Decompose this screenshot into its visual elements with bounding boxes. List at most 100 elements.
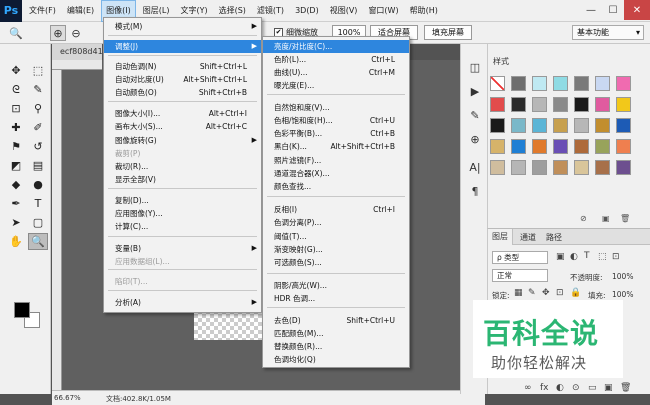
style-swatch[interactable] bbox=[574, 139, 589, 154]
paragraph-panel-icon[interactable]: ¶ bbox=[466, 182, 484, 200]
style-swatch[interactable] bbox=[490, 97, 505, 112]
maximize-button[interactable]: ☐ bbox=[602, 0, 624, 20]
document-tab[interactable]: ecf808d419 bbox=[52, 44, 108, 60]
style-swatch[interactable] bbox=[490, 139, 505, 154]
style-swatch[interactable] bbox=[595, 76, 610, 91]
foreground-color-swatch[interactable] bbox=[14, 302, 30, 318]
opacity-value[interactable]: 100% bbox=[612, 272, 633, 281]
zoom-tool-icon[interactable]: 🔍 bbox=[28, 233, 48, 250]
tab-layers[interactable]: 图层 bbox=[488, 229, 513, 245]
image_menu-item[interactable]: 显示全部(V) bbox=[104, 173, 261, 186]
gradient-tool-icon[interactable]: ▤ bbox=[28, 157, 48, 174]
style-swatch[interactable] bbox=[574, 76, 589, 91]
adjust_menu-item[interactable]: 颜色查找... bbox=[263, 180, 409, 193]
fill-value[interactable]: 100% bbox=[612, 290, 633, 299]
style-swatch[interactable] bbox=[616, 160, 631, 175]
style-swatch[interactable] bbox=[574, 160, 589, 175]
brush-panel-icon[interactable]: ✎ bbox=[466, 106, 484, 124]
style-swatch[interactable] bbox=[490, 118, 505, 133]
zoom-out-icon[interactable]: ⊖ bbox=[68, 25, 84, 41]
tab-paths[interactable]: 路径 bbox=[546, 232, 562, 243]
image_menu-item[interactable]: 变量(B) ▶ bbox=[104, 242, 261, 255]
crop-tool-icon[interactable]: ⊡ bbox=[6, 100, 26, 117]
style-swatch[interactable] bbox=[553, 139, 568, 154]
path-select-tool-icon[interactable]: ➤ bbox=[6, 214, 26, 231]
style-swatch[interactable] bbox=[574, 97, 589, 112]
zoom-in-icon[interactable]: ⊕ bbox=[50, 25, 66, 41]
zoom-preset-icon[interactable]: 🔍 bbox=[8, 25, 24, 41]
adjust_menu-item[interactable]: 反相(I) Ctrl+I bbox=[263, 203, 409, 216]
actions-panel-icon[interactable]: ▶ bbox=[466, 82, 484, 100]
style-swatch[interactable] bbox=[553, 97, 568, 112]
eyedropper-tool-icon[interactable]: ⚲ bbox=[28, 100, 48, 117]
stamp-tool-icon[interactable]: ⚑ bbox=[6, 138, 26, 155]
menu-window[interactable]: 窗口(W) bbox=[364, 0, 402, 22]
adjust_menu-item[interactable]: 通道混合器(X)... bbox=[263, 167, 409, 180]
adjust_menu-item[interactable]: 亮度/对比度(C)... bbox=[263, 40, 409, 53]
adjust_menu-item[interactable]: 色相/饱和度(H)... Ctrl+U bbox=[263, 114, 409, 127]
lock-position-icon[interactable]: ✥ bbox=[542, 288, 550, 298]
style-swatch[interactable] bbox=[616, 139, 631, 154]
style-swatch[interactable] bbox=[595, 118, 610, 133]
workspace-select[interactable]: 基本功能 ▾ bbox=[572, 25, 644, 40]
style-swatch[interactable] bbox=[511, 160, 526, 175]
tab-channels[interactable]: 通道 bbox=[520, 232, 536, 243]
link-icon[interactable]: ∞ bbox=[524, 383, 532, 393]
image_menu-item[interactable]: 模式(M) ▶ bbox=[104, 20, 261, 33]
quick-select-tool-icon[interactable]: ✎ bbox=[28, 81, 48, 98]
image_menu-item[interactable]: 复制(D)... bbox=[104, 194, 261, 207]
lock-transparent-icon[interactable]: ▦ bbox=[514, 288, 523, 298]
zoom-level[interactable]: 66.67% bbox=[54, 394, 81, 402]
style-swatch[interactable] bbox=[490, 160, 505, 175]
lasso-tool-icon[interactable]: ᘓ bbox=[6, 81, 26, 98]
shape-filter-icon[interactable]: ⬚ bbox=[598, 252, 607, 262]
style-swatch[interactable] bbox=[490, 76, 505, 91]
menu-file[interactable]: 文件(F) bbox=[25, 0, 60, 22]
layer-filter-select[interactable]: ρ 类型 bbox=[492, 251, 548, 264]
hand-tool-icon[interactable]: ✋ bbox=[6, 233, 26, 250]
adjust_menu-item[interactable]: HDR 色调... bbox=[263, 292, 409, 305]
image_menu-item[interactable]: 裁切(R)... bbox=[104, 160, 261, 173]
style-swatch[interactable] bbox=[616, 97, 631, 112]
style-swatch[interactable] bbox=[511, 118, 526, 133]
style-swatch[interactable] bbox=[532, 139, 547, 154]
adjustment-filter-icon[interactable]: ◐ bbox=[570, 252, 578, 262]
style-swatch[interactable] bbox=[511, 97, 526, 112]
style-swatch[interactable] bbox=[616, 118, 631, 133]
image_menu-item[interactable]: 画布大小(S)... Alt+Ctrl+C bbox=[104, 120, 261, 133]
character-panel-icon[interactable]: A| bbox=[466, 158, 484, 176]
marquee-tool-icon[interactable]: ⬚ bbox=[28, 62, 48, 79]
move-tool-icon[interactable]: ✥ bbox=[6, 62, 26, 79]
style-swatch[interactable] bbox=[532, 97, 547, 112]
type-filter-icon[interactable]: T bbox=[584, 251, 590, 261]
clear-style-icon[interactable]: ⊘ bbox=[580, 214, 587, 223]
image_menu-item[interactable]: 自动色调(N) Shift+Ctrl+L bbox=[104, 60, 261, 73]
delete-icon[interactable]: 🗑 bbox=[620, 383, 631, 393]
adjust_menu-item[interactable]: 色调分离(P)... bbox=[263, 216, 409, 229]
style-swatch[interactable] bbox=[595, 160, 610, 175]
lock-brush-icon[interactable]: ✎ bbox=[528, 288, 536, 298]
healing-tool-icon[interactable]: ✚ bbox=[6, 119, 26, 136]
style-swatch[interactable] bbox=[532, 160, 547, 175]
dodge-tool-icon[interactable]: ● bbox=[28, 176, 48, 193]
image_menu-item[interactable]: 应用图像(Y)... bbox=[104, 207, 261, 220]
style-swatch[interactable] bbox=[532, 118, 547, 133]
type-tool-icon[interactable]: T bbox=[28, 195, 48, 212]
style-swatch[interactable] bbox=[553, 160, 568, 175]
history-panel-icon[interactable]: ◫ bbox=[466, 58, 484, 76]
minimize-button[interactable]: — bbox=[580, 0, 602, 20]
adjust_menu-item[interactable]: 色彩平衡(B)... Ctrl+B bbox=[263, 127, 409, 140]
adjust_menu-item[interactable]: 照片滤镜(F)... bbox=[263, 154, 409, 167]
mask-icon[interactable]: ◐ bbox=[556, 383, 564, 393]
group-icon[interactable]: ▭ bbox=[588, 383, 597, 393]
clone-source-icon[interactable]: ⊕ bbox=[466, 130, 484, 148]
new-style-icon[interactable]: ▣ bbox=[602, 214, 610, 223]
style-swatch[interactable] bbox=[595, 97, 610, 112]
menu-help[interactable]: 帮助(H) bbox=[406, 0, 442, 22]
image_menu-item[interactable]: 图像大小(I)... Alt+Ctrl+I bbox=[104, 107, 261, 120]
adjust_menu-item[interactable]: 自然饱和度(V)... bbox=[263, 101, 409, 114]
styles-tab[interactable]: 样式 bbox=[493, 56, 509, 67]
adjust_menu-item[interactable]: 替换颜色(R)... bbox=[263, 340, 409, 353]
lock-all-icon[interactable]: 🔒 bbox=[570, 288, 581, 298]
style-swatch[interactable] bbox=[574, 118, 589, 133]
